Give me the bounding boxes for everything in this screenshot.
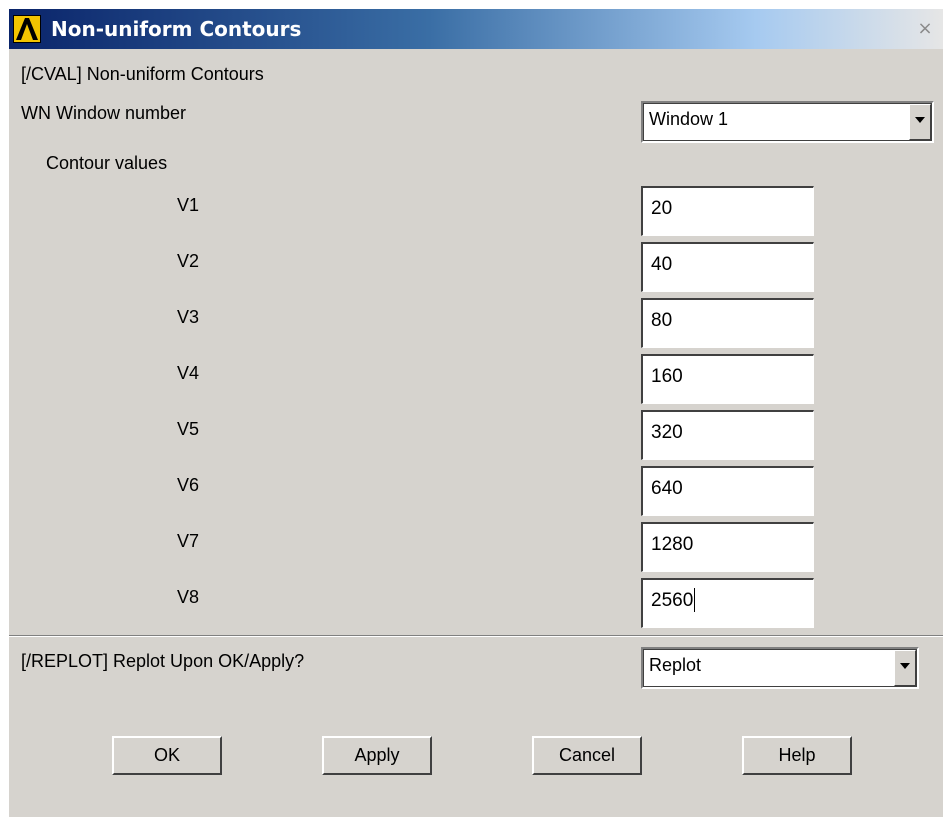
dialog-window: Non-uniform Contours × [/CVAL] Non-unifo… xyxy=(8,8,943,817)
apply-button[interactable]: Apply xyxy=(322,736,432,775)
v7-field[interactable] xyxy=(641,522,814,572)
v4-field[interactable] xyxy=(641,354,814,404)
v2-input[interactable] xyxy=(651,254,801,276)
v4-input[interactable] xyxy=(651,366,801,388)
v6-label: V6 xyxy=(177,475,200,495)
v8-input[interactable] xyxy=(651,590,801,612)
ansys-logo-icon xyxy=(13,15,41,43)
help-button[interactable]: Help xyxy=(742,736,852,775)
v6-field[interactable] xyxy=(641,466,814,516)
window-number-dropdown[interactable]: Window 1 xyxy=(641,101,934,143)
chevron-down-icon[interactable] xyxy=(894,650,916,686)
replot-dropdown[interactable]: Replot xyxy=(641,647,919,689)
replot-value: Replot xyxy=(649,655,702,675)
v8-field[interactable] xyxy=(641,578,814,628)
v1-label: V1 xyxy=(177,195,200,215)
v4-label: V4 xyxy=(177,363,200,383)
command-label: [/CVAL] Non-uniform Contours xyxy=(21,64,264,84)
text-caret xyxy=(694,588,695,612)
window-title: Non-uniform Contours xyxy=(51,17,302,41)
chevron-down-icon[interactable] xyxy=(909,104,931,140)
v2-label: V2 xyxy=(177,251,200,271)
v8-label: V8 xyxy=(177,587,200,607)
separator xyxy=(9,635,943,637)
v6-input[interactable] xyxy=(651,478,801,500)
close-icon[interactable]: × xyxy=(913,18,937,40)
contour-values-label: Contour values xyxy=(46,153,168,173)
ok-button[interactable]: OK xyxy=(112,736,222,775)
v7-input[interactable] xyxy=(651,534,801,556)
v2-field[interactable] xyxy=(641,242,814,292)
v5-input[interactable] xyxy=(651,422,801,444)
v1-input[interactable] xyxy=(651,198,801,220)
v3-label: V3 xyxy=(177,307,200,327)
replot-label: [/REPLOT] Replot Upon OK/Apply? xyxy=(21,651,305,671)
v3-field[interactable] xyxy=(641,298,814,348)
cancel-button[interactable]: Cancel xyxy=(532,736,642,775)
v3-input[interactable] xyxy=(651,310,801,332)
window-number-label: WN Window number xyxy=(21,103,187,123)
v5-field[interactable] xyxy=(641,410,814,460)
v7-label: V7 xyxy=(177,531,200,551)
v1-field[interactable] xyxy=(641,186,814,236)
title-bar[interactable]: Non-uniform Contours × xyxy=(9,9,943,49)
window-number-value: Window 1 xyxy=(649,109,729,129)
v5-label: V5 xyxy=(177,419,200,439)
